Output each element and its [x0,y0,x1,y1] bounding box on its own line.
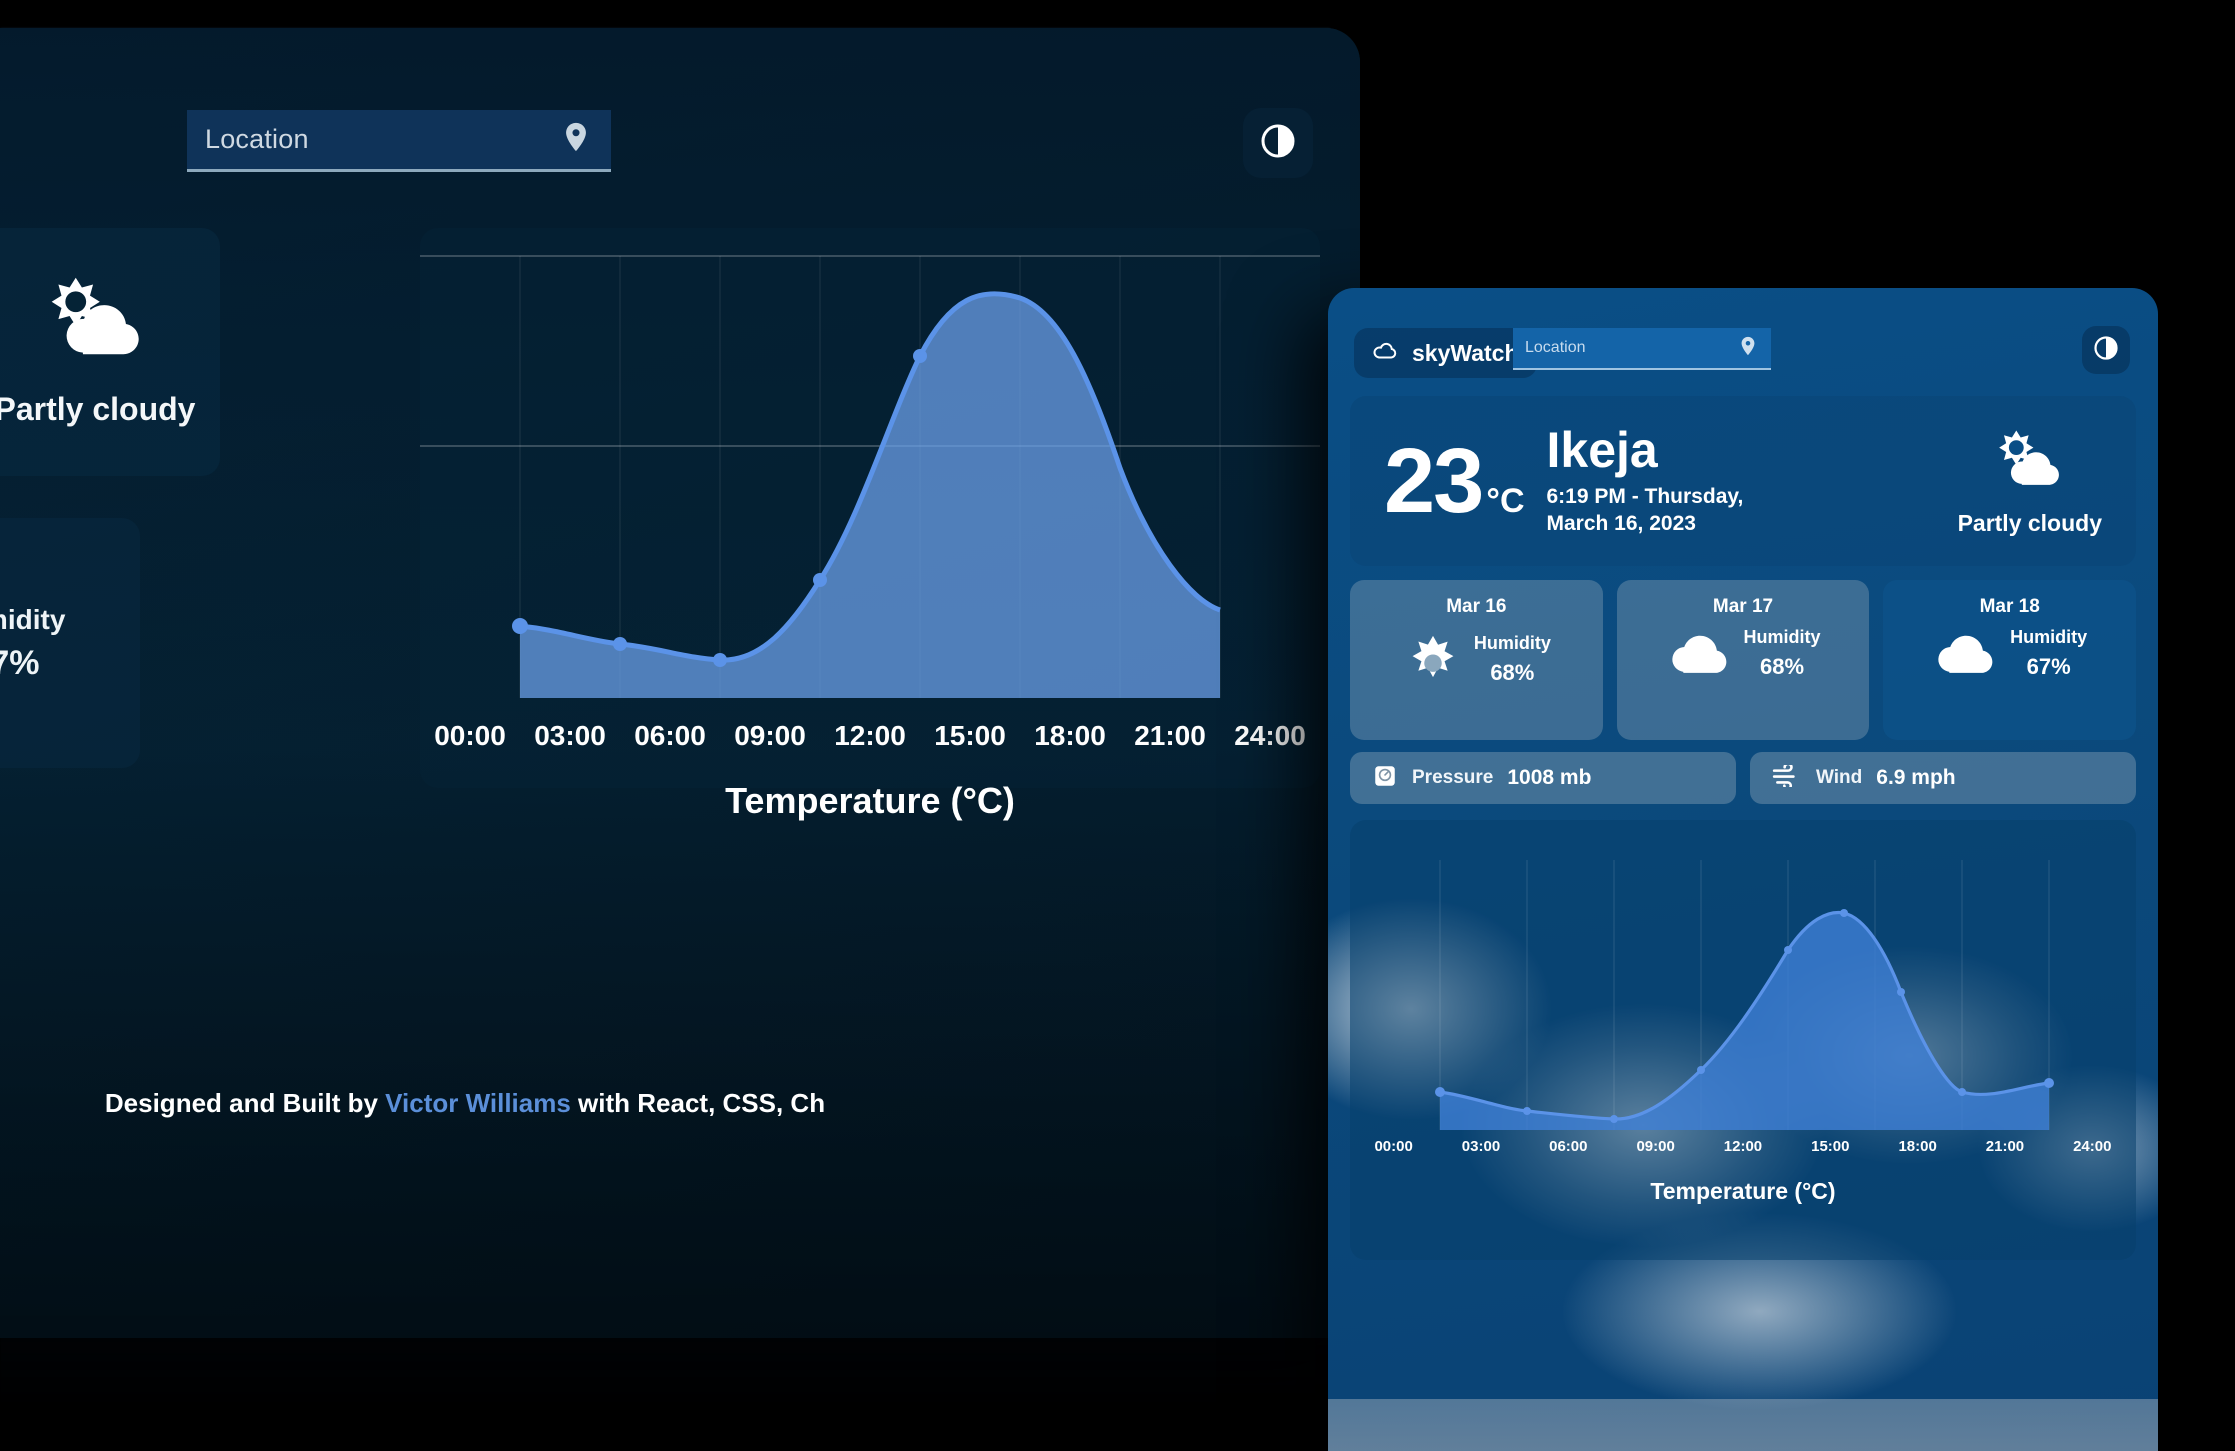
background-temperature-chart-card: 00:00 03:00 06:00 09:00 12:00 15:00 18:0… [420,228,1320,821]
foreground-theme-toggle-button[interactable] [2082,326,2130,374]
foreground-chart-area [1440,912,2049,1130]
background-theme-toggle-button[interactable] [1243,108,1313,178]
contrast-toggle-icon [1258,121,1298,166]
background-header: Location [0,28,1360,228]
x-tick-1: 03:00 [534,720,606,751]
current-datetime: 6:19 PM - Thursday, March 16, 2023 [1546,485,1744,535]
background-humidity-value: 67% [0,644,40,682]
background-current-weather-card: ursday, 023 Partly cloudy [0,228,220,476]
background-chart-x-axis: 00:00 03:00 06:00 09:00 12:00 15:00 18:0… [420,720,1320,752]
map-pin-icon[interactable] [559,120,593,159]
forecast-date: Mar 16 [1446,596,1507,617]
x-tick-3: 09:00 [1636,1138,1675,1155]
background-chart-area [520,293,1220,698]
sun-behind-cloud-icon [33,277,157,378]
x-tick-1: 03:00 [1461,1138,1501,1155]
forecast-date: Mar 17 [1712,596,1774,617]
search-placeholder: Location [205,124,309,154]
list-item[interactable]: Mar 18 Humidity 67% [1883,580,2137,740]
location-block: Ikeja 6:19 PM - Thursday, March 16, 2023 [1547,425,1777,537]
app-logo[interactable]: skyWatch [1354,328,1537,378]
footer-text-after: with React, CSS, Ch [570,1088,826,1118]
background-condition-label: Partly cloudy [0,391,196,427]
x-tick-8: 24:00 [2073,1138,2112,1155]
foreground-weather-app-panel: skyWatch Location 23 °C Ikeja 6:19 PM - … [1328,288,2158,1451]
pressure-stat: Pressure 1008 mb [1350,752,1736,804]
x-tick-0: 00:00 [1374,1138,1413,1155]
foreground-stats-row: Pressure 1008 mb Wind 6.9 mph [1350,752,2136,804]
wind-icon [1772,762,1802,792]
sun-behind-cloud-icon [1986,430,2074,503]
forecast-date: Mar 18 [1979,596,2040,617]
humidity-value: 68% [1490,660,1535,685]
foreground-chart-x-axis: 00:00 03:00 06:00 09:00 12:00 15:00 18:0… [1350,1138,2136,1155]
x-tick-4: 12:00 [834,720,906,751]
cloud-icon [1932,626,2000,681]
humidity-label: Humidity [1743,627,1821,647]
background-forecast-date: Mar 18 [0,518,140,584]
app-logo-text: skyWatch [1412,339,1519,366]
background-footer-credit: Designed and Built by Victor Williams wi… [0,1088,1360,1119]
current-condition: Partly cloudy [1958,425,2102,537]
x-tick-7: 21:00 [1134,720,1206,751]
x-tick-8: 24:00 [1234,720,1306,751]
footer-text-before: Designed and Built by [104,1088,386,1118]
search-placeholder: Location [1525,339,1586,356]
city-name: Ikeja [1546,422,1658,478]
humidity-value: 68% [1759,654,1805,679]
foreground-forecast-row: Mar 16 Humidity 68% Mar 17 Humidity 68% … [1350,580,2137,740]
x-tick-3: 09:00 [734,720,806,751]
pressure-value: 1008 mb [1507,766,1592,789]
x-tick-6: 18:00 [1034,720,1106,751]
foreground-current-weather-card: 23 °C Ikeja 6:19 PM - Thursday, March 16… [1350,396,2136,566]
foreground-temperature-chart-card: 00:00 03:00 06:00 09:00 12:00 15:00 18:0… [1350,820,2136,1260]
pressure-label: Pressure [1412,767,1494,788]
foreground-location-search[interactable]: Location [1513,328,1771,370]
background-humidity-label: Humidity [0,604,66,635]
temperature-unit: °C [1486,481,1525,520]
background-chart-svg [420,255,1320,698]
wind-value: 6.9 mph [1876,766,1956,789]
foreground-temperature-chart: 00:00 03:00 06:00 09:00 12:00 15:00 18:0… [1350,820,2136,1260]
condition-label: Partly cloudy [1957,510,2102,536]
x-tick-4: 12:00 [1723,1138,1763,1155]
humidity-value: 67% [2026,654,2071,679]
list-item[interactable]: Mar 17 Humidity 68% [1616,580,1870,740]
foreground-bottom-cloud-strip [1328,1399,2158,1451]
background-weather-app-panel: Location ursday, 023 Partly clo [0,28,1360,1338]
list-item[interactable]: Mar 16 Humidity 68% [1350,580,1603,740]
x-tick-7: 21:00 [1985,1138,2025,1155]
foreground-chart-title: Temperature (°C) [1650,1178,1836,1204]
temperature-value: 23 [1384,429,1484,532]
pressure-gauge-icon [1372,763,1398,794]
current-temperature: 23 °C [1384,429,1525,532]
x-tick-6: 18:00 [1898,1138,1937,1155]
background-condition: Partly cloudy [0,270,240,428]
wind-stat: Wind 6.9 mph [1750,752,2136,804]
background-forecast-row: - idity 8% Mar 18 Humidity 67% [0,518,140,768]
cloud-icon [1666,626,1734,681]
contrast-toggle-icon [2092,334,2120,367]
wind-label: Wind [1816,767,1863,788]
humidity-label: Humidity [2010,627,2088,647]
x-tick-2: 06:00 [1549,1138,1588,1155]
footer-author-link[interactable]: Victor Williams [385,1088,571,1118]
cloud-outline-icon [1372,341,1400,366]
sun-icon [1402,626,1464,693]
background-temperature-chart: 00:00 03:00 06:00 09:00 12:00 15:00 18:0… [420,228,1320,821]
x-tick-5: 15:00 [1811,1138,1850,1155]
list-item[interactable]: Mar 18 Humidity 67% [0,518,140,768]
x-tick-2: 06:00 [634,720,706,751]
x-tick-0: 00:00 [434,720,506,751]
humidity-label: Humidity [1473,633,1551,653]
x-tick-5: 15:00 [934,720,1006,751]
background-chart-title: Temperature (°C) [725,780,1015,821]
map-pin-icon[interactable] [1737,335,1759,362]
background-location-search[interactable]: Location [187,110,611,172]
